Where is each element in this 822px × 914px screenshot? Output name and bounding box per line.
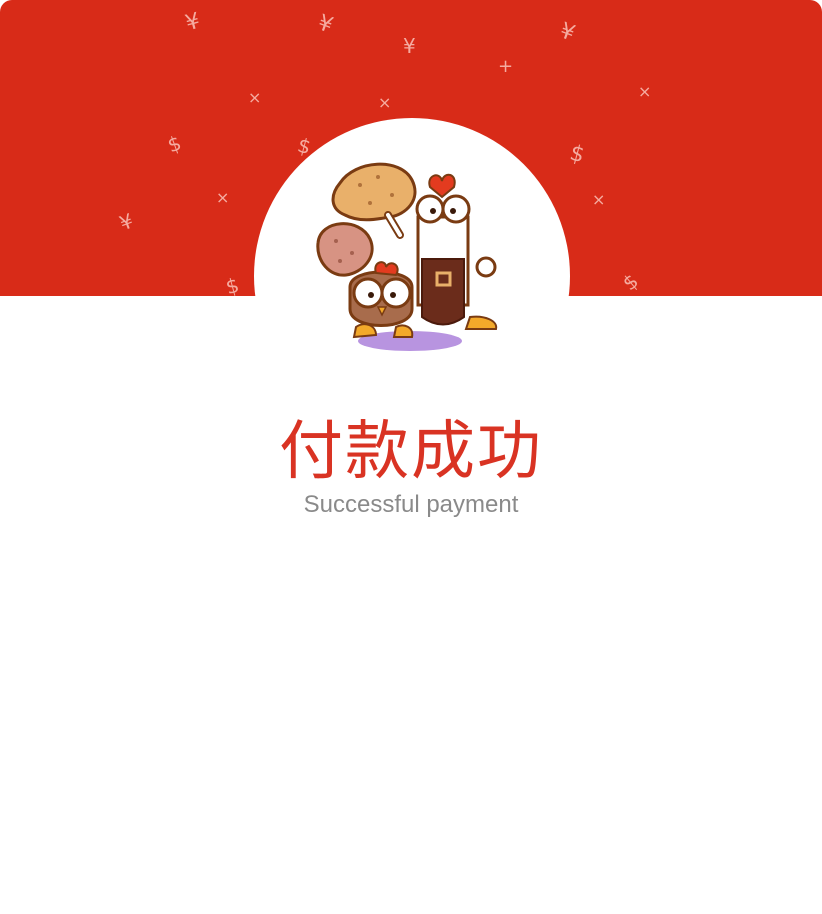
chicken-mascot-illustration bbox=[316, 162, 498, 351]
yen-icon: ¥ bbox=[314, 10, 337, 39]
yen-icon: ¥ bbox=[116, 208, 137, 236]
yen-icon: ¥ bbox=[556, 18, 579, 47]
payment-success-page: ¥ ¥ ¥ ¥ ¥ + × × × × × $ $ $ $ $ 付款成功 Suc… bbox=[0, 0, 822, 914]
dollar-icon: $ bbox=[164, 130, 185, 158]
dollar-icon: $ bbox=[223, 272, 242, 296]
yen-icon: ¥ bbox=[403, 34, 416, 58]
cross-icon: × bbox=[638, 82, 652, 101]
payment-success-title: 付款成功 bbox=[279, 415, 543, 489]
cross-icon: × bbox=[592, 190, 606, 209]
plus-icon: + bbox=[498, 56, 514, 77]
cross-icon: × bbox=[216, 188, 230, 207]
yen-icon: ¥ bbox=[182, 8, 203, 37]
dollar-icon: $ bbox=[617, 268, 643, 296]
payment-success-subtitle: Successful payment bbox=[303, 491, 519, 518]
cross-icon: × bbox=[378, 93, 392, 112]
dollar-icon: $ bbox=[567, 140, 588, 169]
cross-icon: × bbox=[248, 88, 262, 107]
